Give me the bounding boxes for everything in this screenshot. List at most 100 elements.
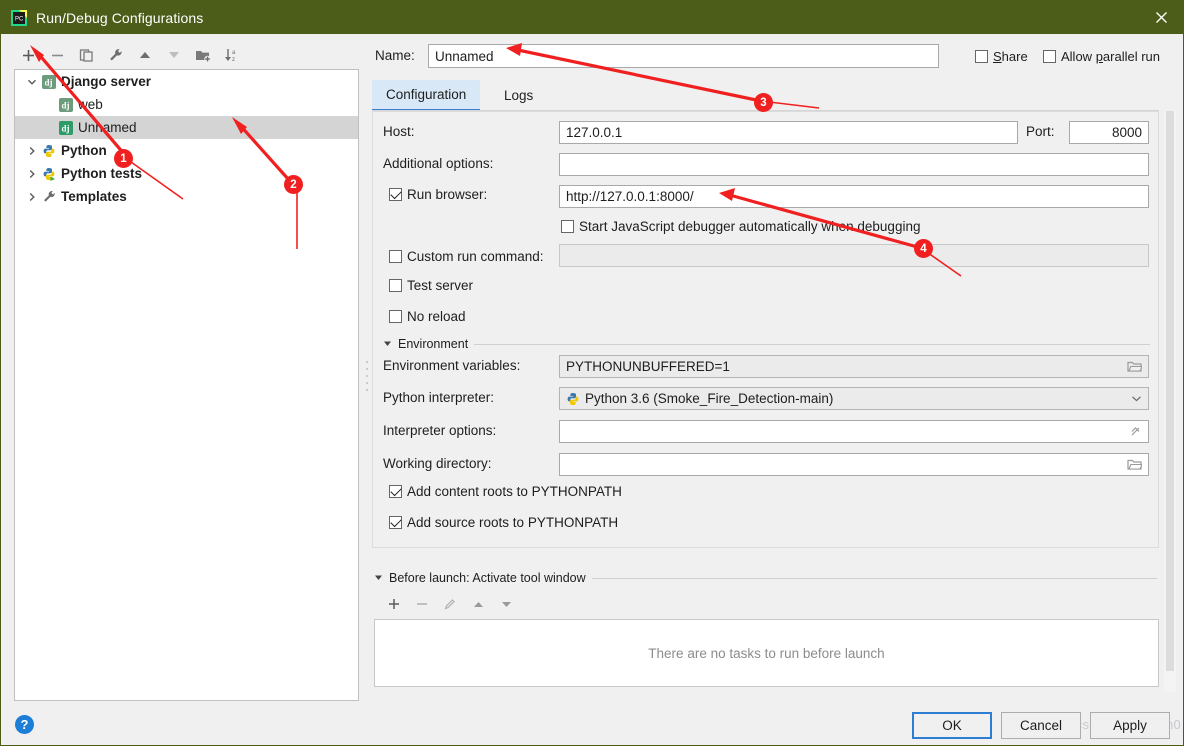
allow-parallel-run-checkbox[interactable]: Allow parallel run xyxy=(1043,49,1160,64)
close-icon[interactable] xyxy=(1139,1,1183,34)
additional-options-input[interactable] xyxy=(559,153,1149,176)
port-label: Port: xyxy=(1026,124,1055,139)
add-content-roots-checkbox[interactable]: Add content roots to PYTHONPATH xyxy=(389,484,622,499)
add-source-roots-checkbox[interactable]: Add source roots to PYTHONPATH xyxy=(389,515,618,530)
copy-configuration-button[interactable] xyxy=(72,43,101,67)
port-input[interactable]: 8000 xyxy=(1069,121,1149,144)
tree-item-templates[interactable]: Templates xyxy=(15,185,358,208)
tree-item-label: Django server xyxy=(61,74,152,89)
triangle-down-icon[interactable] xyxy=(383,339,392,350)
before-launch-label: Before launch: Activate tool window xyxy=(389,571,586,585)
before-launch-move-down-button[interactable] xyxy=(492,592,520,616)
custom-run-command-checkbox[interactable]: Custom run command: xyxy=(389,249,544,264)
configuration-scrollbar[interactable] xyxy=(1164,111,1176,692)
custom-run-command-checkbox-box[interactable] xyxy=(389,250,402,263)
share-label: Share xyxy=(993,49,1028,64)
svg-text:z: z xyxy=(232,57,235,63)
before-launch-task-list[interactable]: There are no tasks to run before launch xyxy=(374,619,1159,687)
port-input-value: 8000 xyxy=(1111,125,1142,140)
question-mark-icon[interactable]: ? xyxy=(15,715,34,734)
tree-item-python[interactable]: Python xyxy=(15,139,358,162)
python-interpreter-value: Python 3.6 (Smoke_Fire_Detection-main) xyxy=(585,391,834,406)
name-label: Name: xyxy=(375,48,415,63)
folder-icon[interactable] xyxy=(1127,458,1142,471)
host-input[interactable]: 127.0.0.1 xyxy=(559,121,1018,144)
add-configuration-button[interactable] xyxy=(14,43,43,67)
move-up-button[interactable] xyxy=(130,43,159,67)
tree-item-python-tests[interactable]: Python tests xyxy=(15,162,358,185)
run-browser-url-input[interactable]: http://127.0.0.1:8000/ xyxy=(559,185,1149,208)
run-browser-label: Run browser: xyxy=(407,187,488,202)
chevron-right-icon[interactable] xyxy=(23,146,40,156)
test-server-checkbox[interactable]: Test server xyxy=(389,278,473,293)
environment-section-label: Environment xyxy=(398,337,469,351)
add-content-roots-checkbox-box[interactable] xyxy=(389,485,402,498)
run-browser-checkbox-box[interactable] xyxy=(389,188,402,201)
sort-az-icon[interactable]: a z xyxy=(217,43,246,67)
additional-options-label-wrap: Additional options: xyxy=(383,156,493,171)
port-label-wrap: Port: xyxy=(1026,124,1055,139)
add-content-roots-label: Add content roots to PYTHONPATH xyxy=(407,484,622,499)
tab-logs[interactable]: Logs xyxy=(490,80,547,111)
chevron-right-icon[interactable] xyxy=(23,169,40,179)
annotation-badge-1: 1 xyxy=(114,149,133,168)
pencil-icon[interactable] xyxy=(436,592,464,616)
before-launch-header[interactable]: Before launch: Activate tool window xyxy=(374,571,1157,585)
run-browser-checkbox[interactable]: Run browser: xyxy=(389,187,487,202)
tree-item-unnamed[interactable]: dj Unnamed xyxy=(15,116,358,139)
tree-item-label: Python tests xyxy=(61,166,143,181)
js-debugger-checkbox-box[interactable] xyxy=(561,220,574,233)
expand-icon[interactable] xyxy=(1129,425,1142,438)
no-reload-checkbox[interactable]: No reload xyxy=(389,309,466,324)
before-launch-remove-button[interactable] xyxy=(408,592,436,616)
chevron-right-icon[interactable] xyxy=(23,192,40,202)
wrench-icon[interactable] xyxy=(101,43,130,67)
move-down-button[interactable] xyxy=(159,43,188,67)
run-browser-url-value: http://127.0.0.1:8000/ xyxy=(566,189,694,204)
remove-configuration-button[interactable] xyxy=(43,43,72,67)
python-interpreter-combobox[interactable]: Python 3.6 (Smoke_Fire_Detection-main) xyxy=(559,387,1149,410)
js-debugger-checkbox[interactable]: Start JavaScript debugger automatically … xyxy=(561,219,920,234)
scrollbar-thumb[interactable] xyxy=(1166,111,1174,671)
tab-configuration[interactable]: Configuration xyxy=(372,80,481,111)
working-directory-label-wrap: Working directory: xyxy=(383,456,492,471)
interpreter-options-label-wrap: Interpreter options: xyxy=(383,423,496,438)
django-icon: dj xyxy=(57,120,75,135)
test-server-checkbox-box[interactable] xyxy=(389,279,402,292)
add-source-roots-checkbox-box[interactable] xyxy=(389,516,402,529)
env-vars-input[interactable]: PYTHONUNBUFFERED=1 xyxy=(559,355,1149,378)
ok-button[interactable]: OK xyxy=(912,712,992,739)
configurations-tree[interactable]: dj Django server dj web dj Unnamed Pytho… xyxy=(14,69,359,701)
python-icon xyxy=(40,144,58,158)
working-directory-input[interactable] xyxy=(559,453,1149,476)
before-launch-move-up-button[interactable] xyxy=(464,592,492,616)
chevron-down-icon[interactable] xyxy=(23,77,40,87)
apply-button[interactable]: Apply xyxy=(1090,712,1170,739)
folder-icon[interactable] xyxy=(1127,360,1142,373)
panel-splitter[interactable] xyxy=(364,361,369,391)
python-interpreter-label: Python interpreter: xyxy=(383,390,495,405)
folder-add-icon[interactable] xyxy=(188,43,217,67)
window-title: Run/Debug Configurations xyxy=(36,9,204,26)
no-reload-checkbox-box[interactable] xyxy=(389,310,402,323)
before-launch-add-button[interactable] xyxy=(380,592,408,616)
tree-item-django-server[interactable]: dj Django server xyxy=(15,70,358,93)
share-checkbox-box[interactable] xyxy=(975,50,988,63)
svg-text:PC: PC xyxy=(15,16,24,22)
env-vars-label-wrap: Environment variables: xyxy=(383,358,520,373)
tree-item-label: Templates xyxy=(61,189,127,204)
interpreter-options-input[interactable] xyxy=(559,420,1149,443)
chevron-down-icon[interactable] xyxy=(1131,393,1142,404)
svg-text:dj: dj xyxy=(62,123,70,133)
tree-item-web[interactable]: dj web xyxy=(15,93,358,116)
cancel-button[interactable]: Cancel xyxy=(1001,712,1081,739)
allow-parallel-run-checkbox-box[interactable] xyxy=(1043,50,1056,63)
triangle-down-icon[interactable] xyxy=(374,573,383,584)
env-vars-value: PYTHONUNBUFFERED=1 xyxy=(566,359,730,374)
tree-item-label: web xyxy=(78,97,103,112)
env-vars-label: Environment variables: xyxy=(383,358,521,373)
name-input[interactable]: Unnamed xyxy=(428,44,939,68)
environment-section-header[interactable]: Environment xyxy=(383,337,1150,351)
svg-text:a: a xyxy=(232,50,236,56)
share-checkbox[interactable]: Share xyxy=(975,49,1028,64)
